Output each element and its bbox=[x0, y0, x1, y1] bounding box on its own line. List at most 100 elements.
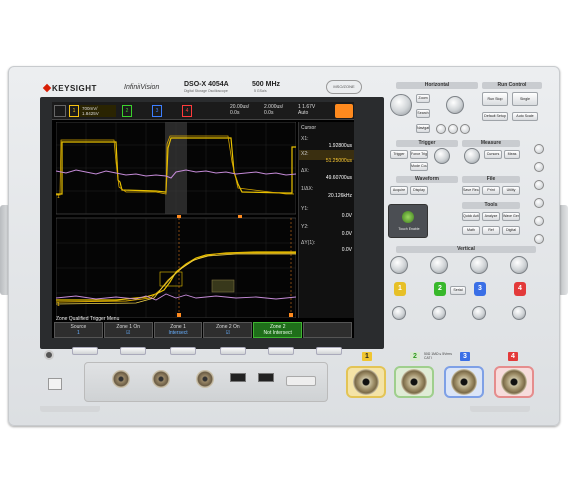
cursor-panel[interactable]: Cursor X1: 1.92800us X2: 51.25000us ΔX: … bbox=[298, 122, 354, 318]
side-button-3[interactable] bbox=[534, 180, 544, 190]
back-button[interactable] bbox=[48, 378, 62, 390]
horizontal-position-knob[interactable] bbox=[446, 96, 464, 114]
channel-4-button[interactable]: 4 bbox=[514, 282, 526, 296]
probe-comp-port[interactable] bbox=[286, 376, 316, 386]
series-name: InfiniiVision bbox=[124, 84, 160, 91]
side-button-6[interactable] bbox=[534, 234, 544, 244]
hw-softkey-2[interactable] bbox=[120, 347, 146, 355]
hw-softkey-5[interactable] bbox=[268, 347, 294, 355]
tools-header: Tools bbox=[462, 202, 520, 209]
input-3-bnc[interactable] bbox=[451, 369, 477, 395]
utility-button[interactable]: Utility bbox=[502, 186, 520, 195]
nav-play-icon[interactable] bbox=[448, 124, 458, 134]
trigger-block[interactable]: 1 1.67V Auto bbox=[298, 104, 315, 116]
display-button[interactable]: Display bbox=[410, 186, 428, 195]
cursors-button[interactable]: Cursors bbox=[484, 150, 502, 159]
aux-bnc-1[interactable] bbox=[112, 370, 130, 388]
ch3-scale-knob[interactable] bbox=[470, 256, 488, 274]
inv-dx-value: 20.126kHz bbox=[328, 193, 352, 199]
ch2-scale-knob[interactable] bbox=[430, 256, 448, 274]
run-stop-button[interactable]: Run Stop bbox=[482, 92, 508, 106]
softkey-zone2-mode[interactable]: Zone 2 Not Intersect bbox=[253, 322, 303, 338]
ch3-position-knob[interactable] bbox=[472, 306, 486, 320]
default-setup-button[interactable]: Default Setup bbox=[482, 112, 508, 121]
channel-1-indicator[interactable]: 1 bbox=[69, 105, 79, 117]
channel-3-button[interactable]: 3 bbox=[474, 282, 486, 296]
y2-label: Y2: bbox=[301, 224, 309, 230]
input-2-bnc[interactable] bbox=[401, 369, 427, 395]
digital-button[interactable]: Digital bbox=[502, 226, 520, 235]
side-button-5[interactable] bbox=[534, 216, 544, 226]
touch-icon bbox=[402, 211, 414, 223]
y1-row: Y1: bbox=[301, 206, 353, 212]
ch2-position-knob[interactable] bbox=[432, 306, 446, 320]
side-button-2[interactable] bbox=[534, 162, 544, 172]
softkey-zone2-value: Not Intersect bbox=[263, 330, 292, 336]
ch1-scale-knob[interactable] bbox=[390, 256, 408, 274]
channel-2-indicator[interactable]: 2 bbox=[122, 105, 132, 117]
nav-forward-icon[interactable] bbox=[460, 124, 470, 134]
timebase-block[interactable]: 20.00us/ 0.0s bbox=[230, 104, 249, 116]
acquire-button[interactable]: Acquire bbox=[390, 186, 408, 195]
navigate-button[interactable]: Navigate bbox=[416, 124, 430, 133]
math-button[interactable]: Math bbox=[462, 226, 480, 235]
ch4-scale-knob[interactable] bbox=[510, 256, 528, 274]
force-trigger-button[interactable]: Force Trigger bbox=[410, 150, 428, 159]
zoom-timebase-block[interactable]: 2.000us/ 0.0s bbox=[264, 104, 283, 116]
ch4-position-knob[interactable] bbox=[512, 306, 526, 320]
input-1-bnc[interactable] bbox=[353, 369, 379, 395]
ch1-num: 1 bbox=[72, 108, 76, 114]
mso-badge: MSO/ZONE bbox=[326, 80, 362, 94]
trigger-button[interactable]: Trigger bbox=[390, 150, 408, 159]
dy-row: ΔY(1): bbox=[301, 240, 353, 246]
hw-softkey-6[interactable] bbox=[316, 347, 342, 355]
display-screen[interactable]: 1 700mV/ 1.8425V 2 3 4 20.00us/ 0.0s 2.0… bbox=[52, 102, 354, 338]
channel-4-indicator[interactable]: 4 bbox=[182, 105, 192, 117]
quick-action-button[interactable]: Quick Action bbox=[462, 212, 480, 221]
softkey-zone2-on[interactable]: Zone 2 On ☑ bbox=[203, 322, 253, 338]
single-button[interactable]: Single bbox=[512, 92, 538, 106]
ch1-position-knob[interactable] bbox=[392, 306, 406, 320]
wave-gen-button[interactable]: Wave Gen bbox=[502, 212, 520, 221]
serial-button[interactable]: Serial bbox=[450, 286, 466, 295]
channel-1-settings[interactable]: 700mV/ 1.8425V bbox=[80, 105, 116, 117]
softkey-zone1-mode[interactable]: Zone 1 Intersect bbox=[153, 322, 203, 338]
hw-softkey-1[interactable] bbox=[72, 347, 98, 355]
power-button[interactable] bbox=[44, 350, 54, 360]
trigger-level-knob[interactable] bbox=[434, 148, 450, 164]
side-button-4[interactable] bbox=[534, 198, 544, 208]
waveform-display[interactable]: 1 1 bbox=[56, 122, 296, 318]
acquisition-icon[interactable] bbox=[54, 105, 66, 117]
ref-button[interactable]: Ref bbox=[482, 226, 500, 235]
channel-3-indicator[interactable]: 3 bbox=[152, 105, 162, 117]
analyze-button[interactable]: Analyze bbox=[482, 212, 500, 221]
cursors-knob[interactable] bbox=[464, 148, 480, 164]
y1-value: 0.0V bbox=[341, 213, 352, 219]
horizontal-scale-knob[interactable] bbox=[390, 94, 412, 116]
aux-bnc-2[interactable] bbox=[152, 370, 170, 388]
input-4-bnc[interactable] bbox=[501, 369, 527, 395]
softkey-source[interactable]: Source 1 bbox=[54, 322, 103, 338]
print-button[interactable]: Print bbox=[482, 186, 500, 195]
meas-button[interactable]: Meas bbox=[504, 150, 520, 159]
touch-button[interactable]: Touch Enable bbox=[388, 204, 428, 238]
usb-port-1[interactable] bbox=[230, 373, 246, 382]
x1-value: 1.92800us bbox=[328, 143, 352, 149]
usb-port-2[interactable] bbox=[258, 373, 274, 382]
aux-bnc-3[interactable] bbox=[196, 370, 214, 388]
x1-row: X1: bbox=[301, 136, 353, 142]
side-button-1[interactable] bbox=[534, 144, 544, 154]
zoom-button[interactable]: Zoom bbox=[416, 94, 430, 103]
search-button[interactable]: Search bbox=[416, 109, 430, 118]
channel-1-button[interactable]: 1 bbox=[394, 282, 406, 296]
mode-coupling-button[interactable]: Mode Coupling bbox=[410, 162, 428, 171]
sample-rate-label: 5 GSa/s bbox=[254, 89, 267, 93]
nav-back-icon[interactable] bbox=[436, 124, 446, 134]
save-recall-button[interactable]: Save Recall bbox=[462, 186, 480, 195]
softkey-back[interactable] bbox=[303, 322, 352, 338]
hw-softkey-3[interactable] bbox=[170, 347, 196, 355]
channel-2-button[interactable]: 2 bbox=[434, 282, 446, 296]
auto-scale-button[interactable]: Auto Scale bbox=[512, 112, 538, 121]
softkey-zone1-on[interactable]: Zone 1 On ☑ bbox=[103, 322, 153, 338]
hw-softkey-4[interactable] bbox=[220, 347, 246, 355]
